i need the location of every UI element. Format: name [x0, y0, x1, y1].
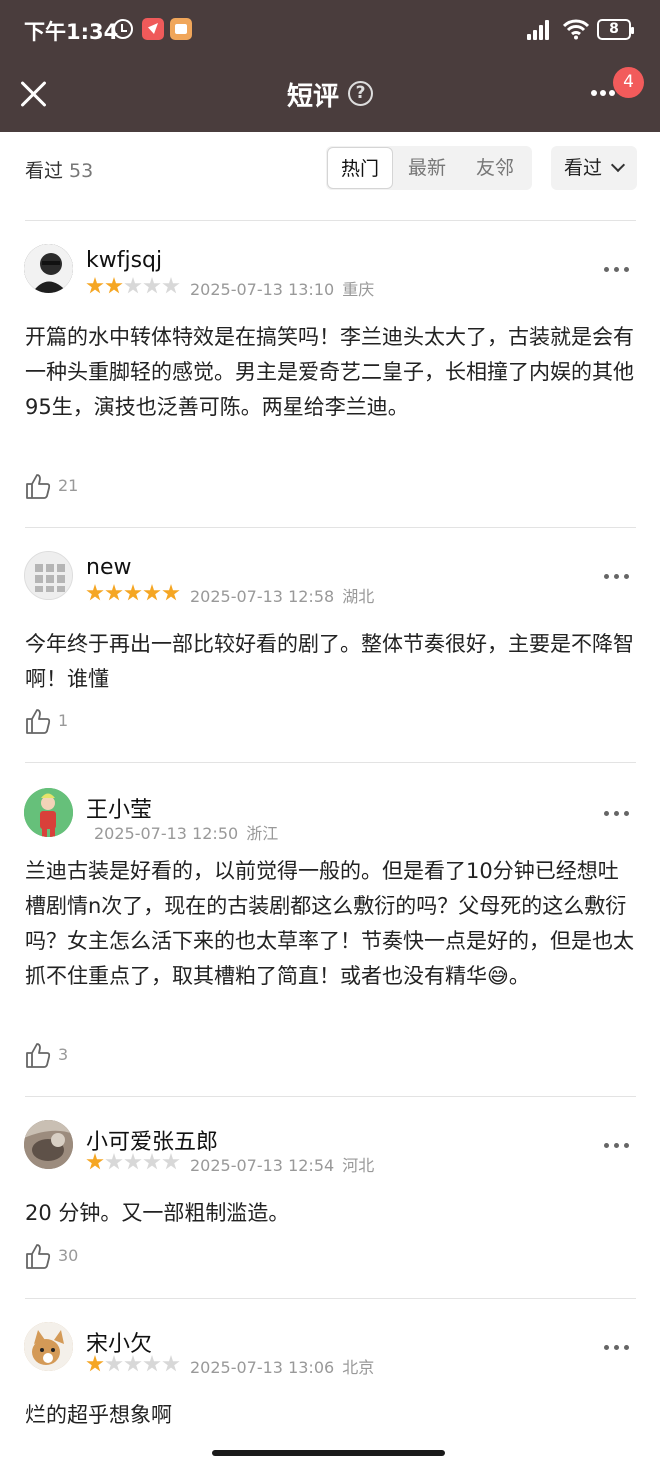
- username[interactable]: kwfjsqj: [86, 248, 162, 273]
- tab-latest[interactable]: 最新: [393, 146, 461, 190]
- review-meta: 2025-07-13 13:06 北京: [190, 1354, 382, 1378]
- watch-status-label: 看过: [564, 157, 603, 179]
- status-time: 下午1:34: [24, 20, 119, 44]
- rating-stars: [86, 277, 181, 295]
- alarm-icon: [113, 19, 133, 39]
- review-location: 湖北: [342, 587, 375, 606]
- review-item: 小可爱张五郎 2025-07-13 12:54 河北 20 分钟。又一部粗制滥造。…: [0, 1096, 660, 1298]
- avatar[interactable]: [24, 551, 73, 600]
- tab-hot[interactable]: 热门: [327, 147, 393, 189]
- review-meta: 2025-07-13 13:10 重庆: [190, 276, 382, 300]
- username[interactable]: 宋小欠: [86, 1326, 152, 1358]
- review-date: 2025-07-13 12:50: [94, 824, 239, 843]
- review-meta: 2025-07-13 12:58 湖北: [190, 583, 382, 607]
- more-options-icon[interactable]: [604, 1143, 630, 1149]
- status-bar: 下午1:34 8: [0, 0, 660, 60]
- chevron-down-icon: [610, 157, 626, 173]
- more-options-icon[interactable]: [604, 1345, 630, 1351]
- avatar[interactable]: [24, 1322, 73, 1371]
- more-menu-icon[interactable]: [591, 90, 615, 98]
- more-options-icon[interactable]: [604, 574, 630, 580]
- like-count: 30: [58, 1246, 79, 1265]
- review-item: kwfjsqj 2025-07-13 13:10 重庆 开篇的水中转体特效是在搞笑…: [0, 220, 660, 527]
- app-notification-icon: [142, 18, 164, 40]
- review-item: new 2025-07-13 12:58 湖北 今年终于再出一部比较好看的剧了。整…: [0, 527, 660, 762]
- seen-number: 53: [69, 160, 94, 182]
- seen-label: 看过: [25, 160, 64, 182]
- rating-stars: [86, 1153, 181, 1171]
- battery-indicator: 8: [597, 19, 634, 40]
- avatar[interactable]: [24, 788, 73, 837]
- page-title: 短评: [287, 82, 340, 112]
- review-item: 宋小欠 2025-07-13 13:06 北京 烂的超乎想象啊: [0, 1298, 660, 1467]
- review-location: 浙江: [246, 824, 279, 843]
- seen-count: 看过 53: [25, 156, 93, 183]
- thumbs-up-icon: [26, 1043, 51, 1068]
- review-text: 20 分钟。又一部粗制滥造。: [25, 1201, 290, 1225]
- review-location: 河北: [342, 1156, 375, 1175]
- like-count: 1: [58, 711, 69, 730]
- filter-bar: 看过 53 热门 最新 友邻 看过: [0, 132, 660, 220]
- thumbs-up-icon: [26, 1244, 51, 1269]
- review-date: 2025-07-13 12:54: [190, 1156, 335, 1175]
- like-count: 21: [58, 476, 79, 495]
- review-meta: 2025-07-13 12:50 浙江: [94, 820, 286, 844]
- review-item: 王小莹 2025-07-13 12:50 浙江 兰迪古装是好看的，以前觉得一般的。…: [0, 762, 660, 1096]
- avatar[interactable]: [24, 1120, 73, 1169]
- sort-tabs: 热门 最新 友邻: [326, 146, 532, 190]
- notification-badge[interactable]: 4: [613, 67, 644, 98]
- username[interactable]: new: [86, 555, 131, 580]
- app-notification-icon-2: [170, 18, 192, 40]
- more-options-icon[interactable]: [604, 811, 630, 817]
- more-options-icon[interactable]: [604, 267, 630, 273]
- close-icon[interactable]: [18, 78, 48, 108]
- review-location: 重庆: [342, 280, 375, 299]
- thumbs-up-icon: [26, 474, 51, 499]
- home-indicator[interactable]: [212, 1450, 445, 1456]
- review-meta: 2025-07-13 12:54 河北: [190, 1152, 382, 1176]
- watch-status-dropdown[interactable]: 看过: [551, 146, 637, 190]
- review-location: 北京: [342, 1358, 375, 1377]
- wifi-icon: [563, 19, 589, 40]
- review-text: 今年终于再出一部比较好看的剧了。整体节奏很好，主要是不降智啊！谁懂: [25, 632, 634, 691]
- review-date: 2025-07-13 12:58: [190, 587, 335, 606]
- rating-stars: [86, 1355, 181, 1373]
- review-text: 烂的超乎想象啊: [25, 1403, 172, 1427]
- review-date: 2025-07-13 13:10: [190, 280, 335, 299]
- review-text: 开篇的水中转体特效是在搞笑吗！李兰迪头太大了，古装就是会有一种头重脚轻的感觉。男…: [25, 325, 634, 419]
- review-text: 兰迪古装是好看的，以前觉得一般的。但是看了10分钟已经想吐槽剧情n次了，现在的古…: [25, 859, 634, 988]
- tab-friends[interactable]: 友邻: [461, 146, 529, 190]
- app-header: 下午1:34 8 短评 ? 4: [0, 0, 660, 132]
- help-icon[interactable]: ?: [348, 81, 373, 106]
- nav-bar: 短评 ?: [0, 62, 660, 132]
- rating-stars: [86, 584, 181, 602]
- signal-icon: [527, 20, 551, 40]
- like-count: 3: [58, 1045, 69, 1064]
- avatar[interactable]: [24, 244, 73, 293]
- thumbs-up-icon: [26, 709, 51, 734]
- review-date: 2025-07-13 13:06: [190, 1358, 335, 1377]
